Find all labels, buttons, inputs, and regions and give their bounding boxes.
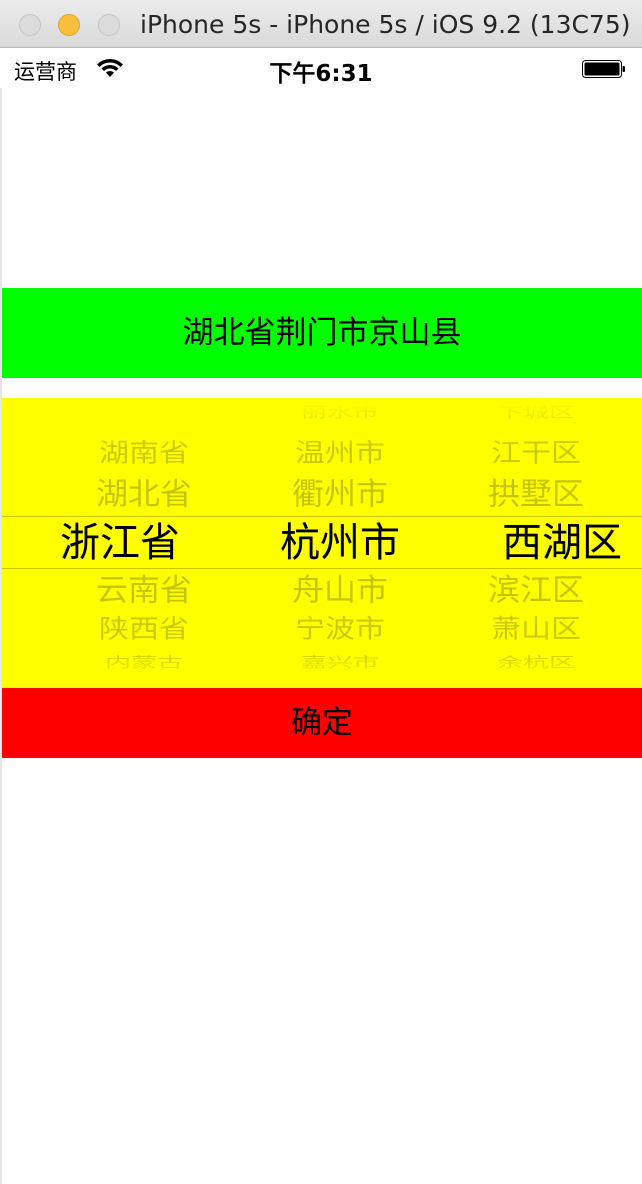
selection-indicator-bottom — [2, 568, 642, 569]
ios-status-bar: 运营商 下午6:31 — [0, 48, 642, 88]
picker-fade-top — [2, 398, 642, 448]
window-title-bar: iPhone 5s - iPhone 5s / iOS 9.2 (13C75) — [0, 0, 642, 48]
district-item[interactable]: 拱墅区 — [418, 479, 642, 509]
confirm-button[interactable]: 确定 — [2, 688, 642, 758]
minimize-window-button[interactable] — [58, 14, 80, 36]
district-item[interactable]: 滨江区 — [418, 575, 642, 605]
status-time: 下午6:31 — [269, 61, 373, 87]
province-selected-item[interactable]: 浙江省 — [2, 523, 238, 563]
district-selected-item[interactable]: 西湖区 — [418, 523, 642, 563]
close-window-button[interactable] — [19, 14, 41, 36]
selected-address-label: 湖北省荆门市京山县 — [2, 288, 642, 378]
district-item[interactable]: 萧山区 — [418, 617, 642, 643]
battery-icon — [582, 60, 625, 78]
region-picker[interactable]: 湖南省湖北省浙江省云南省陕西省内蒙古 丽水市温州市衢州市杭州市舟山市宁波市嘉兴市… — [2, 398, 642, 688]
simulator-window: iPhone 5s - iPhone 5s / iOS 9.2 (13C75) … — [0, 0, 642, 1184]
zoom-window-button[interactable] — [98, 14, 120, 36]
picker-fade-bottom — [2, 648, 642, 688]
window-title: iPhone 5s - iPhone 5s / iOS 9.2 (13C75) — [140, 10, 631, 39]
selection-indicator-top — [2, 516, 642, 517]
